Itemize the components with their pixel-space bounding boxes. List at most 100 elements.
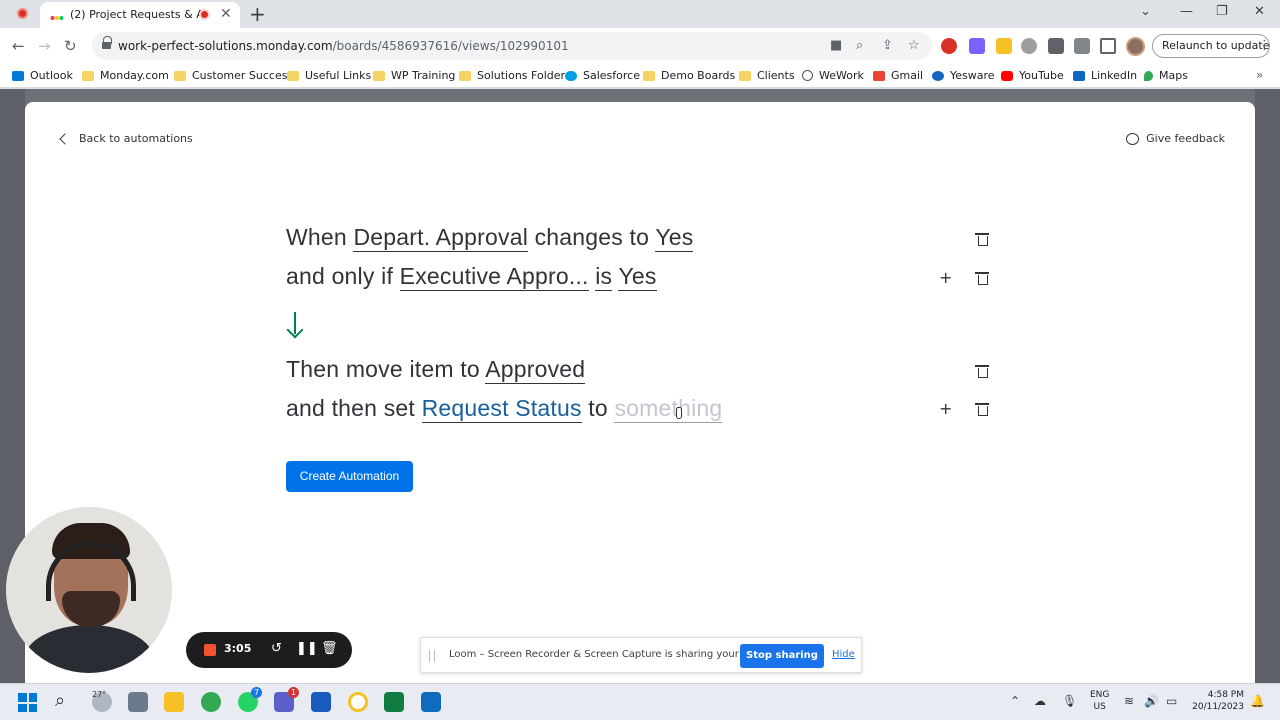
windows-start-icon[interactable] (18, 693, 37, 712)
action-move-target-slot[interactable]: Approved (485, 356, 586, 384)
new-tab-button[interactable]: + (249, 2, 266, 26)
restore-window-icon[interactable]: ❐ (1216, 4, 1228, 19)
bookmark-clients[interactable]: Clients (739, 69, 795, 82)
back-arrow-icon[interactable]: ← (12, 37, 25, 55)
opera-extension-icon[interactable] (941, 38, 957, 54)
share-icon[interactable]: ⇪ (882, 38, 893, 53)
loom-webcam-bubble[interactable] (6, 507, 172, 673)
add-condition-plus-icon[interactable]: + (939, 268, 952, 287)
whatsapp-badge: 7 (251, 687, 263, 698)
zoom-icon[interactable]: ⌕ (856, 38, 863, 53)
onedrive-icon[interactable]: ☁ (1034, 694, 1046, 708)
condition-operator-slot[interactable]: is (595, 263, 613, 291)
trigger-column-slot[interactable]: Depart. Approval (353, 224, 529, 252)
tab-close-icon[interactable]: ✕ (220, 6, 232, 22)
bookmark-yesware[interactable]: Yesware (932, 69, 995, 82)
camera-icon[interactable]: ■ (830, 38, 842, 53)
bookmark-wp-training[interactable]: WP Training (373, 69, 455, 82)
battery-icon[interactable]: ▭ (1166, 694, 1177, 708)
tray-overflow-chevron-icon[interactable]: ⌃ (1010, 694, 1020, 708)
minimize-window-icon[interactable]: — (1180, 4, 1193, 19)
loom-recording-controls: 3:05 ↺ ❚❚ 🗑 (186, 632, 352, 668)
bookmark-solutions-folder[interactable]: Solutions Folder (459, 69, 565, 82)
kebab-menu-icon[interactable]: ⋮ (1258, 38, 1271, 53)
delete-recording-icon[interactable]: 🗑 (321, 641, 338, 656)
relaunch-button[interactable]: Relaunch to update (1152, 34, 1270, 58)
extension-badge-icon[interactable] (996, 38, 1012, 54)
bookmark-outlook[interactable]: Outlook (12, 69, 73, 82)
file-explorer-icon[interactable] (164, 692, 184, 712)
system-clock[interactable]: 4:58 PM 20/11/2023 (1190, 689, 1244, 713)
teams-badge: 1 (288, 687, 300, 698)
notification-bell-icon[interactable]: 🔔 (1250, 694, 1265, 708)
side-panel-icon[interactable] (1100, 38, 1116, 54)
bookmark-useful-links[interactable]: Useful Links (287, 69, 371, 82)
sharing-message: Loom – Screen Recorder & Screen Capture … (449, 649, 779, 660)
weather-temperature: 27° (92, 690, 107, 699)
action-set-column-slot[interactable]: Request Status (421, 395, 582, 423)
pause-recording-icon[interactable]: ❚❚ (296, 641, 318, 656)
outlook-app-icon[interactable] (421, 692, 441, 712)
monday-app-icon[interactable] (348, 692, 368, 712)
wifi-icon[interactable]: ≋ (1124, 694, 1134, 708)
input-language[interactable]: ENG US (1090, 689, 1109, 713)
delete-trigger-trash-icon[interactable] (975, 233, 989, 246)
condition-column-slot[interactable]: Executive Appro... (399, 263, 589, 291)
bookmark-linkedin[interactable]: LinkedIn (1073, 69, 1137, 82)
condition-value-slot[interactable]: Yes (618, 263, 657, 291)
address-bar[interactable]: work-perfect-solutions.monday.com/boards… (92, 32, 932, 60)
bookmark-gmail[interactable]: Gmail (873, 69, 923, 82)
maps-pin-icon (1144, 70, 1153, 81)
chrome-icon[interactable] (201, 692, 221, 712)
give-feedback-link[interactable]: Give feedback (1126, 132, 1225, 145)
action-set-value-slot[interactable]: something (614, 395, 723, 423)
action-move-sentence: Then move item to Approved (286, 356, 586, 384)
delete-action-set-trash-icon[interactable] (975, 403, 989, 416)
stop-recording-icon[interactable] (204, 644, 216, 656)
close-window-icon[interactable]: ✕ (1254, 4, 1265, 19)
calculator-icon[interactable] (128, 692, 148, 712)
create-automation-button[interactable]: Create Automation (286, 461, 413, 492)
forward-arrow-icon[interactable]: → (38, 37, 51, 55)
bookmark-wework[interactable]: WeWork (802, 69, 864, 82)
bookmark-customer-success[interactable]: Customer Success (174, 69, 293, 82)
microphone-icon[interactable]: 🎙 (1062, 694, 1077, 708)
bookmark-star-icon[interactable]: ☆ (908, 38, 920, 53)
bookmark-maps[interactable]: Maps (1144, 69, 1188, 82)
bookmark-salesforce[interactable]: Salesforce (565, 69, 640, 82)
drag-grip-icon[interactable] (429, 650, 435, 662)
reload-icon[interactable]: ↻ (64, 37, 77, 55)
action-set-to-text: to (588, 395, 608, 421)
bookmark-youtube[interactable]: YouTube (1001, 69, 1064, 82)
extension-icon[interactable] (969, 38, 985, 54)
profile-avatar[interactable] (1126, 37, 1145, 56)
puzzle-extensions-icon[interactable] (1048, 38, 1064, 54)
screen-sharing-bar: Loom – Screen Recorder & Screen Capture … (420, 637, 862, 673)
search-icon[interactable]: ⌕ (55, 690, 65, 711)
bookmark-demo-boards[interactable]: Demo Boards (643, 69, 735, 82)
flow-down-arrow-icon (286, 312, 304, 338)
stop-sharing-button[interactable]: Stop sharing (740, 644, 824, 668)
action-set-prefix-text: and then set (286, 395, 416, 421)
hide-sharing-bar-link[interactable]: Hide (832, 649, 855, 660)
bookmarks-overflow-icon[interactable]: » (1256, 68, 1263, 82)
bookmark-monday[interactable]: Monday.com (82, 69, 169, 82)
add-action-plus-icon[interactable]: + (939, 399, 952, 418)
excel-icon[interactable] (384, 692, 404, 712)
tab-search-chevron-icon[interactable]: ⌄ (1140, 4, 1151, 19)
reading-list-icon[interactable] (1074, 38, 1090, 54)
folder-icon (82, 70, 94, 81)
restart-recording-icon[interactable]: ↺ (271, 641, 282, 656)
volume-icon[interactable]: 🔊 (1144, 694, 1159, 708)
gmail-icon (873, 70, 885, 81)
monday-favicon-icon (50, 16, 64, 20)
trigger-value-slot[interactable]: Yes (655, 224, 694, 252)
folder-icon (459, 70, 471, 81)
browser-tab-active[interactable]: (2) Project Requests & Appr ✕ (40, 2, 240, 28)
delete-action-move-trash-icon[interactable] (975, 365, 989, 378)
panda-extension-icon[interactable] (1021, 38, 1037, 54)
word-icon[interactable] (311, 692, 331, 712)
back-to-automations-link[interactable]: Back to automations (58, 132, 193, 145)
delete-condition-trash-icon[interactable] (975, 272, 989, 285)
recording-indicator-icon (17, 8, 28, 19)
